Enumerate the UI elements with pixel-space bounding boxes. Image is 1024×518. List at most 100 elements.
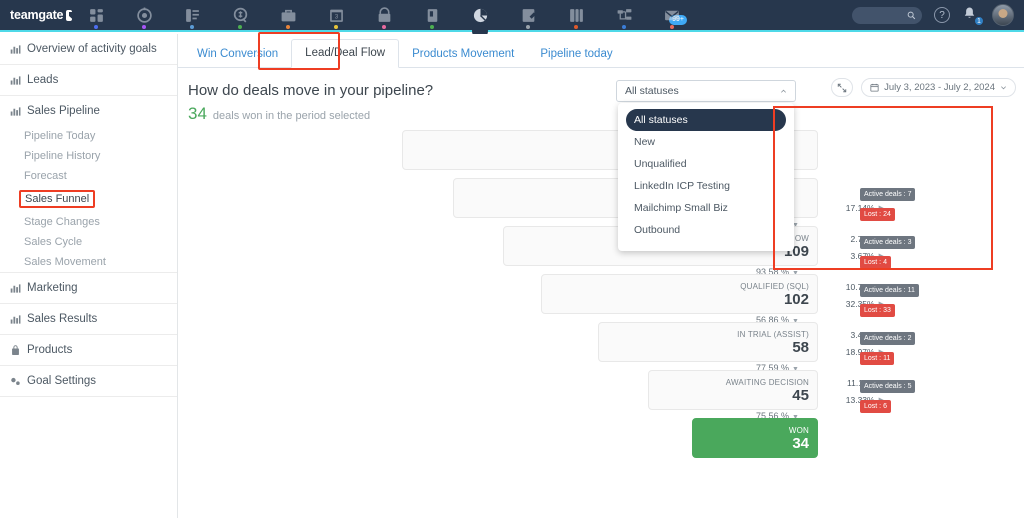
status-option-mailchimp-small-biz[interactable]: Mailchimp Small Biz bbox=[618, 197, 794, 219]
funnel-badges: Active deals : 2Lost : 11 bbox=[860, 327, 915, 367]
sidebar-subitem-sales-movement[interactable]: Sales Movement bbox=[0, 252, 177, 272]
status-option-outbound[interactable]: Outbound bbox=[618, 219, 794, 241]
help-icon[interactable]: ? bbox=[934, 7, 950, 23]
nav-leads-icon[interactable] bbox=[224, 0, 256, 31]
status-option-label: New bbox=[634, 136, 655, 148]
nav-mail-icon[interactable]: 99+ bbox=[656, 0, 688, 31]
status-option-unqualified[interactable]: Unqualified bbox=[618, 153, 794, 175]
funnel-badges: Active deals : 3Lost : 4 bbox=[860, 231, 915, 271]
tab-bar: Win Conversion Lead/Deal FlowProducts Mov… bbox=[178, 34, 1024, 68]
sidebar-item-marketing[interactable]: Marketing bbox=[0, 273, 177, 303]
nav-products-icon[interactable] bbox=[416, 0, 448, 31]
status-option-linkedin-icp-testing[interactable]: LinkedIn ICP Testing bbox=[618, 175, 794, 197]
expand-button[interactable] bbox=[831, 78, 853, 97]
status-option-new[interactable]: New bbox=[618, 131, 794, 153]
nav-dot bbox=[286, 25, 290, 29]
insights-icon bbox=[472, 7, 489, 24]
nav-dot bbox=[670, 25, 674, 29]
header-controls: July 3, 2023 - July 2, 2024 bbox=[831, 78, 1016, 97]
active-deals-badge: Active deals : 5 bbox=[860, 380, 915, 393]
sidebar-subitem-sales-funnel[interactable]: Sales Funnel bbox=[0, 186, 177, 212]
nav-insights-icon[interactable] bbox=[464, 0, 496, 31]
sidebar-subitem-pipeline-history[interactable]: Pipeline History bbox=[0, 146, 177, 166]
user-avatar[interactable] bbox=[992, 4, 1014, 26]
bar-chart-icon bbox=[10, 75, 21, 86]
status-filter-value: All statuses bbox=[625, 85, 679, 97]
nav-dashboard-icon[interactable] bbox=[80, 0, 112, 31]
search-input[interactable] bbox=[852, 7, 922, 24]
active-deals-badge: Active deals : 3 bbox=[860, 236, 915, 249]
page-subtitle: 34 deals won in the period selected bbox=[188, 104, 1024, 124]
status-option-label: Outbound bbox=[634, 224, 680, 236]
funnel-bar[interactable]: AWAITING DECISION45 bbox=[648, 370, 818, 410]
tab-label: Win Conversion bbox=[197, 48, 278, 60]
sidebar-group: Sales Results bbox=[0, 304, 177, 335]
sidebar-item-sales-results[interactable]: Sales Results bbox=[0, 304, 177, 334]
funnel-stage-value: 34 bbox=[792, 436, 809, 451]
contacts-icon bbox=[184, 7, 201, 24]
top-navigation-bar: teamgate 3 99+ ? 1 bbox=[0, 0, 1024, 32]
nav-dot bbox=[94, 25, 98, 29]
brand-name: teamgate bbox=[10, 8, 63, 22]
sidebar-item-overview-of-activity-goals[interactable]: Overview of activity goals bbox=[0, 34, 177, 64]
bar-chart-icon bbox=[10, 314, 21, 325]
nav-notes-icon[interactable] bbox=[512, 0, 544, 31]
status-option-all-statuses[interactable]: All statuses bbox=[626, 109, 786, 131]
funnel-stage-value: 102 bbox=[784, 292, 809, 307]
date-range-picker[interactable]: July 3, 2023 - July 2, 2024 bbox=[861, 78, 1016, 97]
sidebar-item-label: Products bbox=[27, 344, 72, 356]
nav-documents-icon[interactable] bbox=[560, 0, 592, 31]
nav-icon-list: 3 99+ bbox=[72, 0, 852, 31]
sidebar-item-leads[interactable]: Leads bbox=[0, 65, 177, 95]
nav-dot bbox=[238, 25, 242, 29]
tab-win-conversion[interactable]: Win Conversion bbox=[184, 41, 291, 68]
notifications-button[interactable]: 1 bbox=[962, 6, 980, 24]
sidebar-subitem-pipeline-today[interactable]: Pipeline Today bbox=[0, 126, 177, 146]
lost-deals-badge: Lost : 24 bbox=[860, 208, 895, 221]
funnel-stage-value: 45 bbox=[792, 388, 809, 403]
lost-deals-badge: Lost : 33 bbox=[860, 304, 895, 317]
leads-icon bbox=[232, 7, 249, 24]
nav-right-cluster: ? 1 bbox=[852, 4, 1024, 26]
sidebar-subitem-label: Sales Funnel bbox=[19, 190, 95, 208]
nav-dot bbox=[190, 25, 194, 29]
nav-tasks-icon[interactable] bbox=[368, 0, 400, 31]
funnel-badges: Active deals : 11Lost : 33 bbox=[860, 279, 919, 319]
status-option-label: All statuses bbox=[634, 114, 688, 126]
funnel-row: WON34 bbox=[178, 418, 1024, 466]
sidebar-group: Sales Pipeline Pipeline TodayPipeline His… bbox=[0, 96, 177, 273]
funnel-bar[interactable]: WON34 bbox=[692, 418, 818, 458]
funnel-bar[interactable]: IN TRIAL (ASSIST)58 bbox=[598, 322, 819, 362]
status-option-label: LinkedIn ICP Testing bbox=[634, 180, 730, 192]
nav-deals-icon[interactable] bbox=[272, 0, 304, 31]
sidebar-subitem-forecast[interactable]: Forecast bbox=[0, 166, 177, 186]
sidebar-item-sales-pipeline[interactable]: Sales Pipeline bbox=[0, 96, 177, 126]
sidebar-group: Products bbox=[0, 335, 177, 366]
status-filter-select[interactable]: All statuses bbox=[616, 80, 796, 102]
nav-contacts-icon[interactable] bbox=[176, 0, 208, 31]
sidebar-item-products[interactable]: Products bbox=[0, 335, 177, 365]
nav-target-icon[interactable] bbox=[128, 0, 160, 31]
sidebar-item-label: Sales Pipeline bbox=[27, 105, 100, 117]
funnel-badges: Active deals : 7Lost : 24 bbox=[860, 183, 915, 223]
sidebar-subitem-label: Sales Movement bbox=[24, 256, 106, 268]
tab-pipeline-today[interactable]: Pipeline today bbox=[527, 41, 625, 68]
sidebar-subitem-stage-changes[interactable]: Stage Changes bbox=[0, 212, 177, 232]
funnel-bar[interactable]: QUALIFIED (SQL)102 bbox=[541, 274, 818, 314]
brand-logo[interactable]: teamgate bbox=[0, 8, 72, 22]
report-header: How do deals move in your pipeline? 34 d… bbox=[178, 68, 1024, 124]
sidebar-group: Leads bbox=[0, 65, 177, 96]
sidebar-item-goal-settings[interactable]: Goal Settings bbox=[0, 366, 177, 396]
nav-calendar-icon[interactable]: 3 bbox=[320, 0, 352, 31]
funnel-row: 77.86 %▼5%▶17.14%▶Active deals : 7Lost :… bbox=[178, 178, 1024, 226]
notes-icon bbox=[520, 7, 537, 24]
nav-dot bbox=[574, 25, 578, 29]
won-deals-caption: deals won in the period selected bbox=[213, 110, 370, 122]
funnel-row: QUALIFIED (SQL)10256.86 %▼10.78%▶32.35%▶… bbox=[178, 274, 1024, 322]
lost-deals-badge: Lost : 6 bbox=[860, 400, 891, 413]
nav-workflow-icon[interactable] bbox=[608, 0, 640, 31]
tab-lead-deal-flow[interactable]: Lead/Deal Flow bbox=[291, 39, 399, 68]
sidebar-subitem-sales-cycle[interactable]: Sales Cycle bbox=[0, 232, 177, 252]
tab-products-movement[interactable]: Products Movement bbox=[399, 41, 527, 68]
target-icon bbox=[136, 7, 153, 24]
